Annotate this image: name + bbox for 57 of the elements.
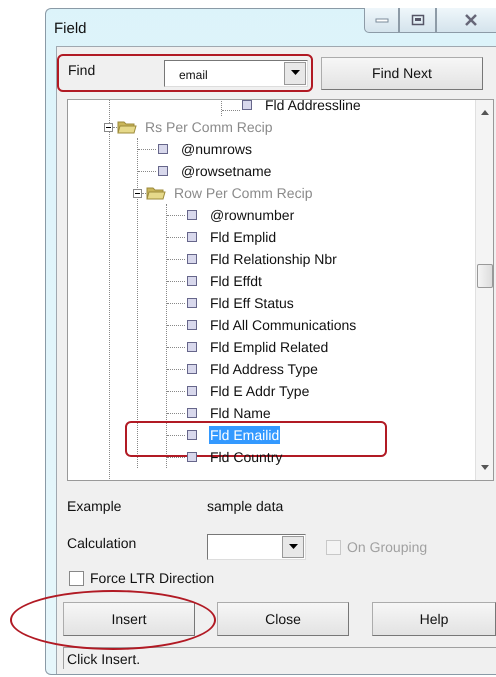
tree-item[interactable]: Fld Emplid Related <box>209 338 330 356</box>
example-label: Example <box>67 498 122 514</box>
field-icon <box>187 320 197 330</box>
tree-item[interactable]: Fld Emplid <box>209 228 278 246</box>
example-value: sample data <box>207 498 284 514</box>
tree-item[interactable]: Fld E Addr Type <box>209 382 310 400</box>
field-icon <box>187 452 197 462</box>
field-icon <box>187 386 197 396</box>
force-ltr-checkbox[interactable]: Force LTR Direction <box>69 570 214 586</box>
find-next-button[interactable]: Find Next <box>321 56 483 90</box>
tree-item[interactable]: @numrows <box>180 140 254 158</box>
collapse-icon[interactable] <box>133 188 142 198</box>
tree-item[interactable]: Fld Effdt <box>209 272 263 290</box>
close-icon <box>464 14 478 26</box>
field-icon <box>187 276 197 286</box>
field-icon <box>187 232 197 242</box>
scroll-down-icon[interactable] <box>480 465 488 470</box>
folder-icon <box>146 185 166 201</box>
field-icon <box>187 342 197 352</box>
tree-item[interactable]: @rownumber <box>209 206 296 224</box>
find-dropdown[interactable]: email <box>164 60 308 86</box>
field-icon <box>187 430 197 440</box>
scrollbar[interactable] <box>475 100 493 480</box>
status-bar: Click Insert. <box>63 647 496 669</box>
minimize-button[interactable] <box>364 8 399 33</box>
close-button[interactable] <box>436 8 496 33</box>
tree-item[interactable]: Fld Eff Status <box>209 294 295 312</box>
field-icon <box>187 298 197 308</box>
maximize-icon <box>410 14 424 26</box>
field-icon <box>242 100 252 110</box>
calculation-dropdown[interactable] <box>207 534 306 560</box>
minimize-icon <box>374 16 388 24</box>
tree-item[interactable]: Fld Addressline <box>264 100 362 114</box>
find-label: Find <box>68 62 96 78</box>
tree-item[interactable]: Fld All Communications <box>209 316 358 334</box>
tree-item[interactable]: @rowsetname <box>180 162 272 180</box>
field-icon <box>158 166 168 176</box>
field-icon <box>187 254 197 264</box>
field-icon <box>187 408 197 418</box>
window-title: Field <box>54 20 87 37</box>
scroll-up-icon[interactable] <box>480 110 488 115</box>
field-icon <box>158 144 168 154</box>
tree-item[interactable]: Fld Name <box>209 404 272 422</box>
dialog-button[interactable]: Insert <box>63 602 195 636</box>
tree-item[interactable]: Fld Address Type <box>209 360 319 378</box>
dropdown-arrow-icon <box>290 70 300 76</box>
dialog-button[interactable]: Close <box>217 602 349 636</box>
collapse-icon[interactable] <box>104 122 113 132</box>
calculation-label: Calculation <box>67 535 138 551</box>
scroll-thumb[interactable] <box>477 264 493 288</box>
tree-item[interactable]: Fld Relationship Nbr <box>209 250 338 268</box>
dropdown-arrow-icon <box>288 544 298 550</box>
field-icon <box>187 210 197 220</box>
maximize-button[interactable] <box>399 8 436 33</box>
dialog-button[interactable]: Help <box>372 602 496 636</box>
field-icon <box>187 364 197 374</box>
folder-icon <box>117 119 137 135</box>
